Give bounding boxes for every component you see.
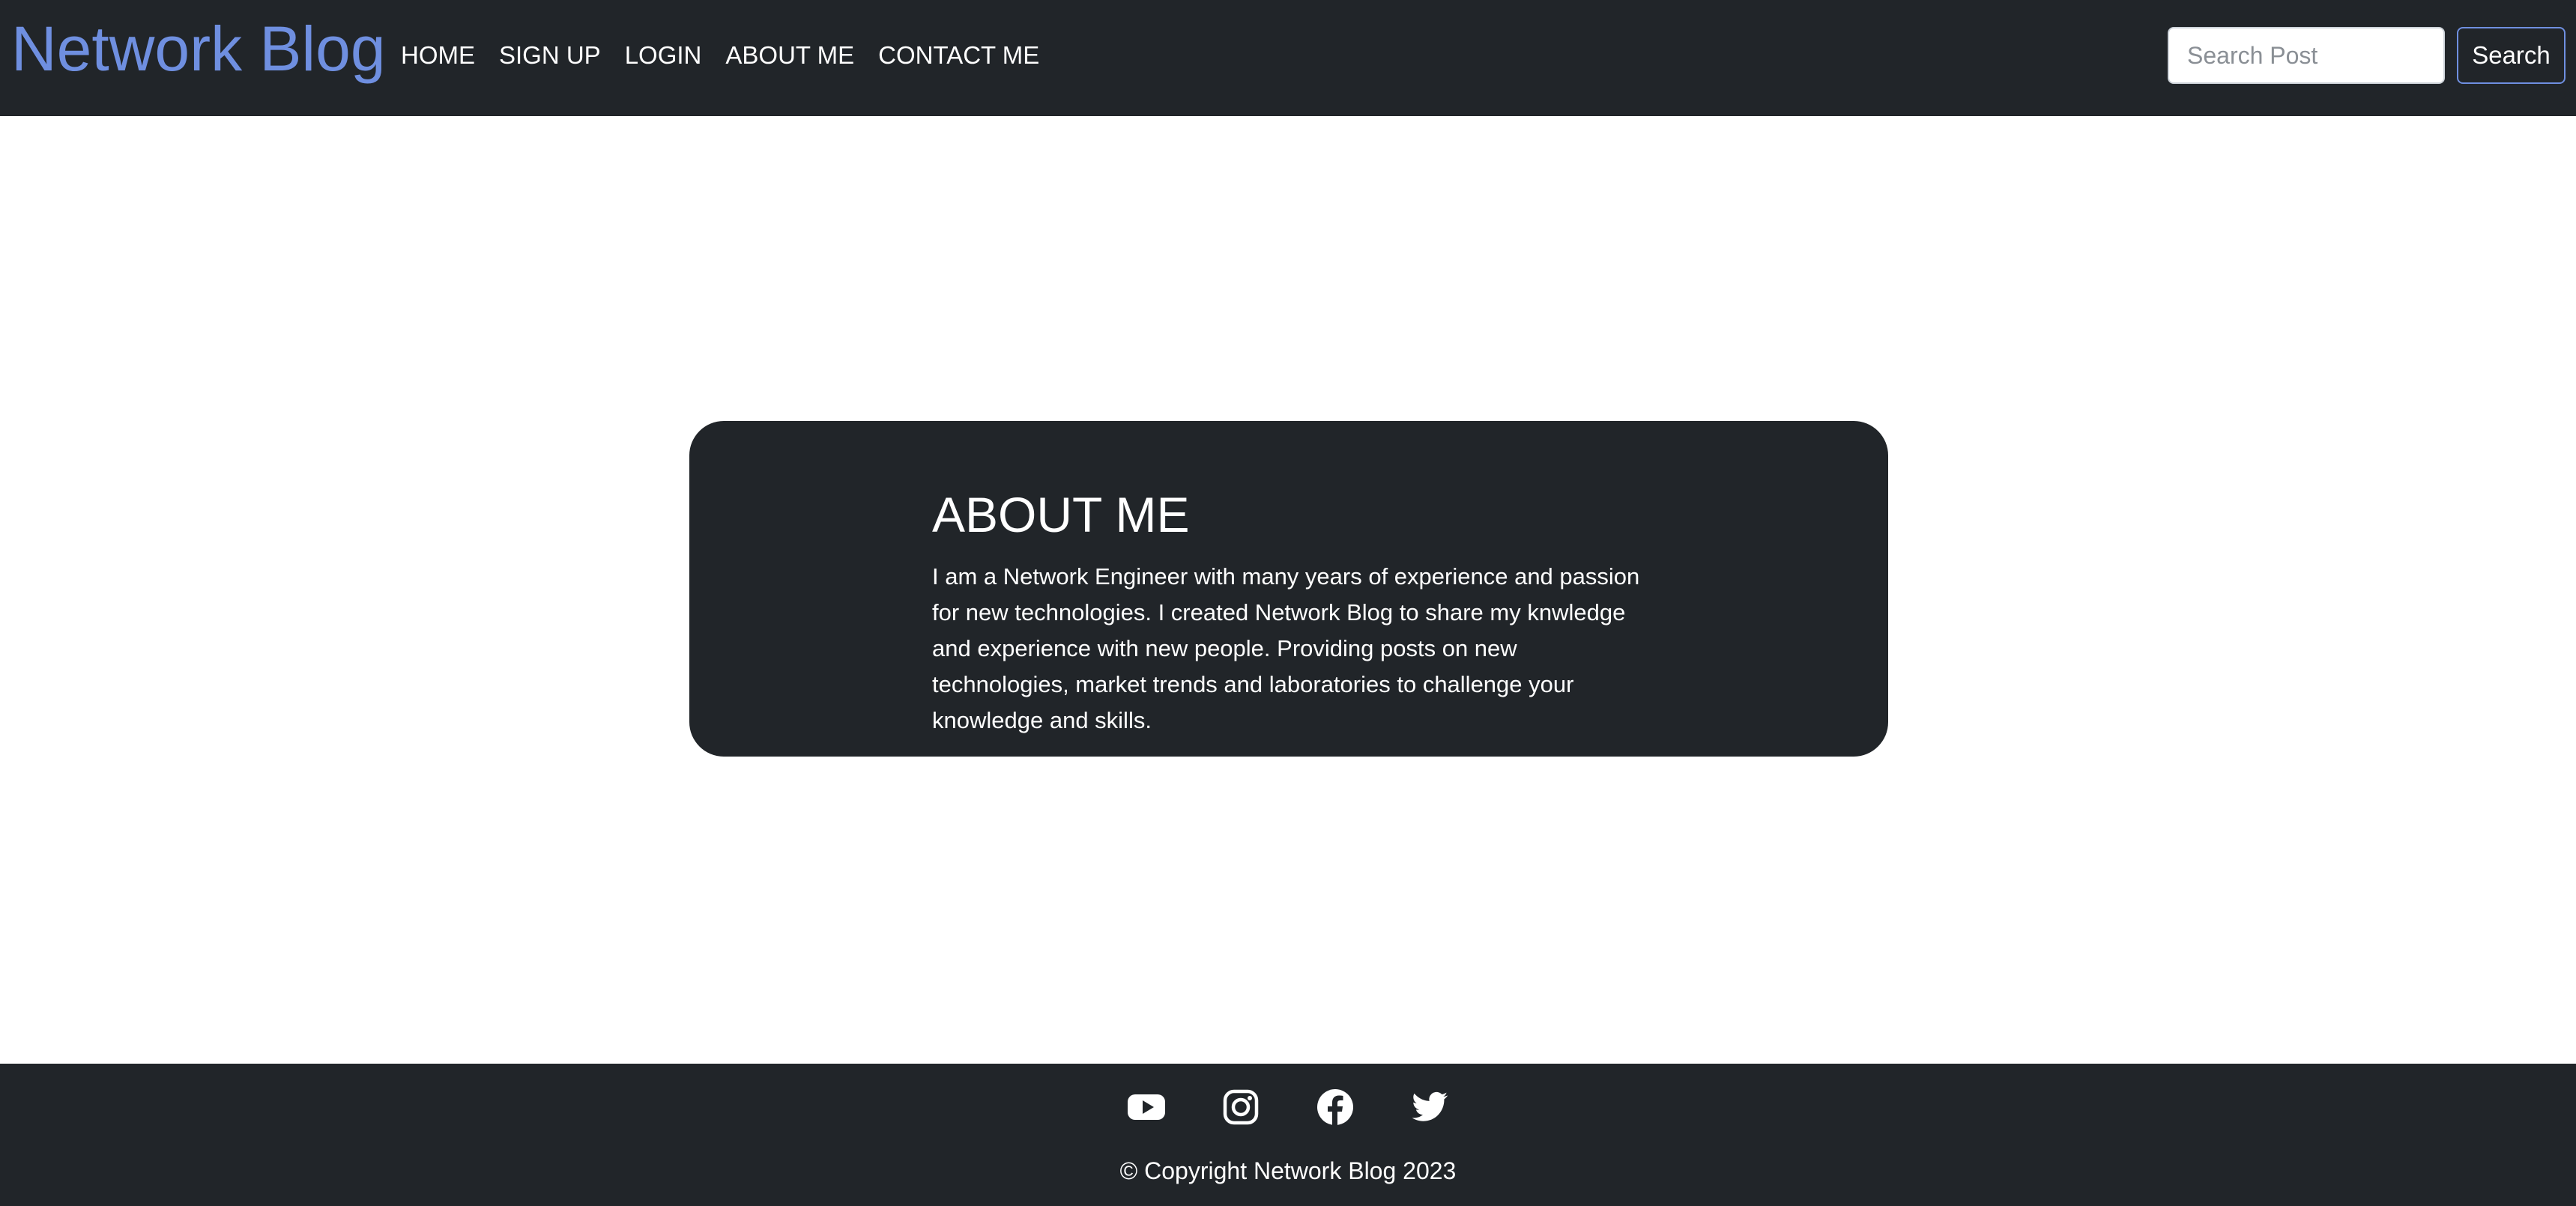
about-text: I am a Network Engineer with many years … [932, 563, 1640, 733]
search-form: Search [2168, 27, 2566, 84]
nav-link-login[interactable]: LOGIN [625, 41, 702, 69]
facebook-icon[interactable] [1314, 1086, 1356, 1128]
social-links [0, 1086, 2576, 1134]
youtube-icon[interactable] [1125, 1086, 1167, 1128]
nav-link-about-me[interactable]: ABOUT ME [725, 41, 854, 69]
search-button[interactable]: Search [2457, 27, 2566, 84]
search-input[interactable] [2168, 27, 2445, 84]
about-content: ABOUT ME I am a Network Engineer with ma… [932, 481, 1651, 739]
nav-link-contact-me[interactable]: CONTACT ME [878, 41, 1039, 69]
nav-link-home[interactable]: HOME [401, 41, 475, 69]
footer: © Copyright Network Blog 2023 [0, 1064, 2576, 1206]
nav-link-sign-up[interactable]: SIGN UP [499, 41, 601, 69]
instagram-icon[interactable] [1220, 1086, 1262, 1128]
brand-link[interactable]: Network Blog [11, 7, 386, 90]
navbar: Network Blog HOME SIGN UP LOGIN ABOUT ME… [0, 0, 2576, 116]
copyright-text: © Copyright Network Blog 2023 [1119, 1157, 1457, 1184]
nav-links: HOME SIGN UP LOGIN ABOUT ME CONTACT ME [401, 33, 1039, 78]
about-card: ABOUT ME I am a Network Engineer with ma… [689, 421, 1888, 757]
about-title: ABOUT ME [932, 487, 1190, 542]
page: Network Blog HOME SIGN UP LOGIN ABOUT ME… [0, 0, 2576, 1206]
twitter-icon[interactable] [1409, 1086, 1451, 1128]
